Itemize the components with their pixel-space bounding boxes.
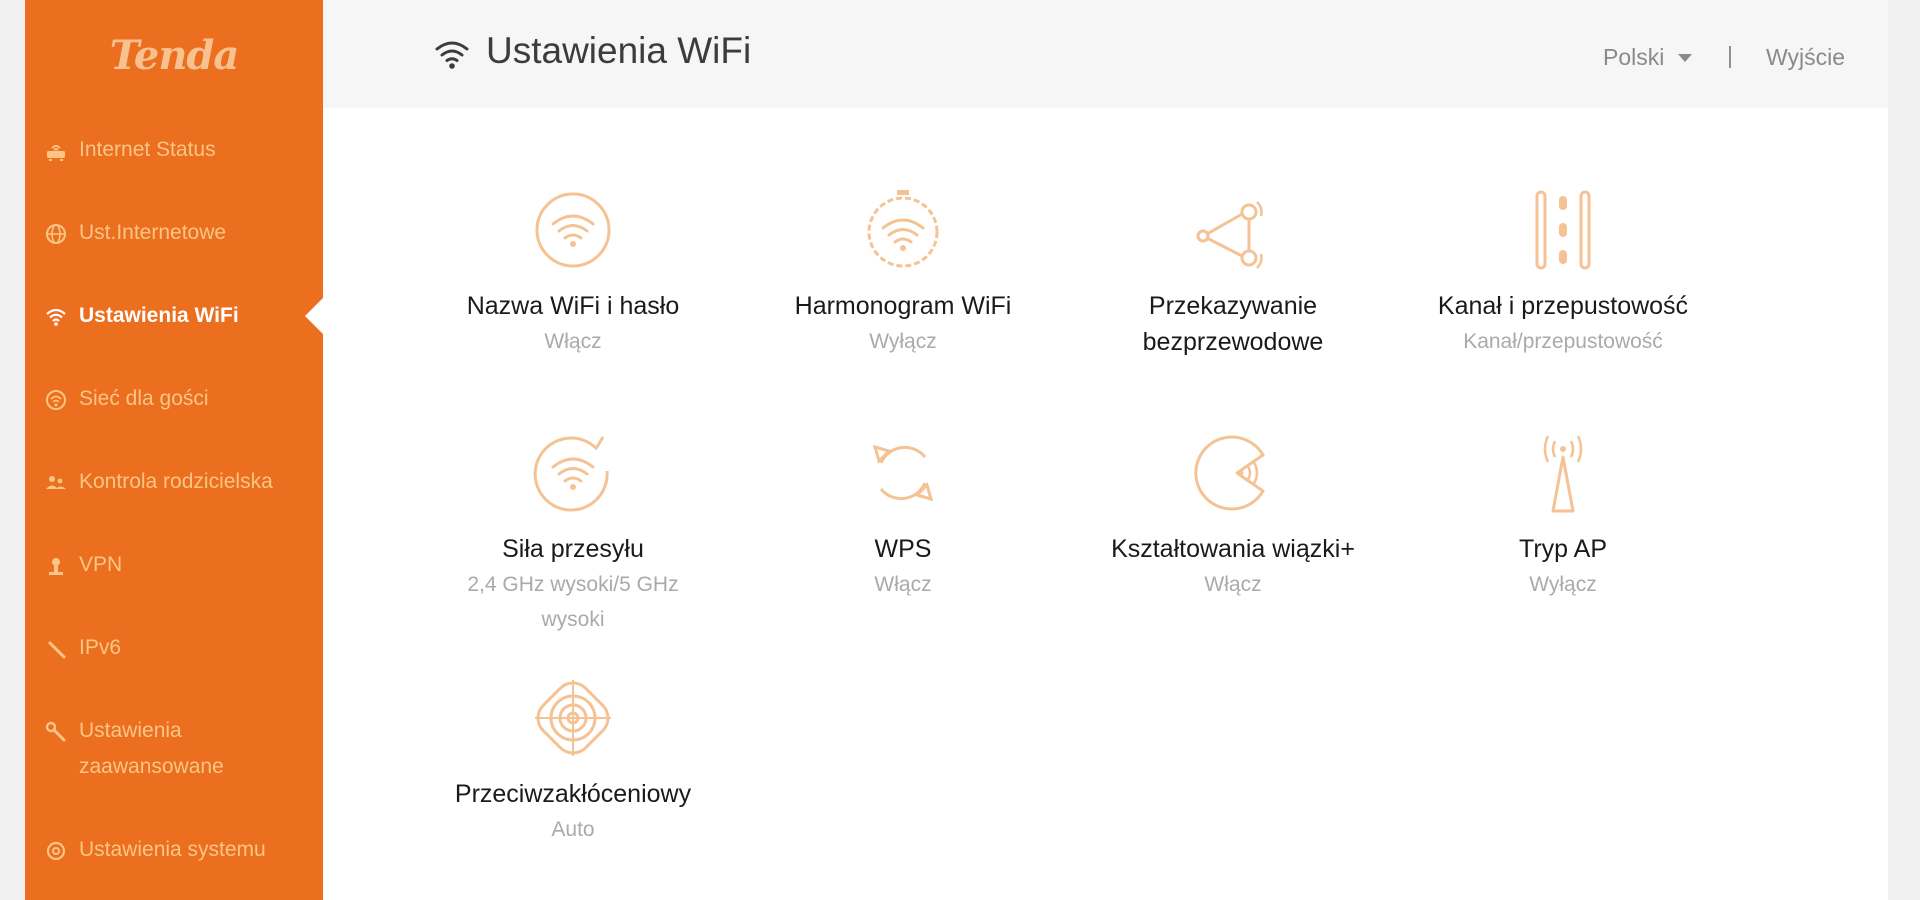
tile-wps[interactable]: WPS Włącz [753, 431, 1053, 602]
wireless-repeat-icon [1196, 201, 1263, 269]
tile-title: Nazwa WiFi i hasło [466, 292, 680, 320]
tile-status: Włącz [874, 573, 932, 596]
sidebar-item-advanced-settings[interactable]: Ustawienia zaawansowane [25, 719, 323, 785]
tile-transmit-power[interactable]: Siła przesyłu 2,4 GHz wysoki/5 GHz wysok… [423, 431, 723, 637]
router-icon [45, 140, 67, 162]
sidebar-item-label: VPN [79, 553, 123, 576]
sidebar-item-internet-status[interactable]: Internet Status [25, 138, 323, 168]
tile-status: Wyłącz [869, 330, 937, 353]
wifi-icon [45, 306, 67, 328]
wifi-icon [435, 41, 469, 69]
tile-status: Kanał/przepustowość [1463, 330, 1663, 353]
channel-bandwidth-icon [1535, 190, 1591, 270]
language-selector[interactable]: Polski [1603, 44, 1693, 71]
sidebar-item-system-settings[interactable]: Ustawienia systemu [25, 838, 323, 868]
ipv6-icon [45, 638, 67, 660]
sidebar-item-label: Internet Status [79, 138, 216, 161]
settings-gear-icon [45, 840, 67, 862]
tile-title: Kanał i przepustowość [1437, 292, 1689, 320]
beamforming-icon [1194, 435, 1265, 511]
chevron-down-icon [1678, 53, 1693, 62]
wifi-timer-icon [867, 190, 939, 268]
sidebar-item-label: Ustawienia zaawansowane [79, 719, 224, 778]
wifi-circle-icon [535, 192, 611, 268]
tile-title: Kształtowania wiązki+ [1111, 535, 1355, 563]
sidebar-item-label: Ustawienia systemu [79, 838, 266, 861]
wrench-icon [45, 721, 67, 743]
sidebar: Tenda Internet Status Ust.Internetowe Us… [25, 0, 323, 900]
tile-status: Włącz [1204, 573, 1262, 596]
sidebar-item-internet-settings[interactable]: Ust.Internetowe [25, 221, 323, 251]
globe-icon [45, 223, 67, 245]
sidebar-item-label: Ustawienia WiFi [79, 304, 239, 327]
sidebar-item-label: Ust.Internetowe [79, 221, 227, 244]
sidebar-item-label: Sieć dla gości [79, 387, 209, 410]
tile-status: Włącz [544, 330, 602, 353]
tile-title: Harmonogram WiFi [794, 292, 1012, 320]
sidebar-item-parental-control[interactable]: Kontrola rodzicielska [25, 470, 323, 500]
anti-interference-icon [535, 680, 611, 756]
tile-status: 2,4 GHz wysoki/5 GHz wysoki [467, 573, 679, 631]
tile-status: Auto [551, 818, 595, 841]
logout-link[interactable]: Wyjście [1766, 44, 1845, 71]
header-separator: | [1727, 42, 1733, 68]
guest-network-icon [45, 389, 67, 411]
ap-mode-icon [1543, 435, 1583, 513]
tile-channel-bandwidth[interactable]: Kanał i przepustowość Kanał/przepustowoś… [1413, 188, 1713, 359]
sidebar-item-vpn[interactable]: VPN [25, 553, 323, 583]
tile-title: Przekazywanie bezprzewodowe [1142, 292, 1324, 356]
sidebar-item-ipv6[interactable]: IPv6 [25, 636, 323, 666]
sidebar-item-guest-network[interactable]: Sieć dla gości [25, 387, 323, 417]
wps-icon [872, 444, 934, 502]
language-label: Polski [1603, 44, 1665, 70]
tile-status: Wyłącz [1529, 573, 1597, 596]
tile-title: Tryp AP [1519, 535, 1607, 563]
tile-title: Przeciwzakłóceniowy [454, 780, 692, 808]
tile-beamforming[interactable]: Kształtowania wiązki+ Włącz [1083, 431, 1383, 602]
sidebar-item-wifi-settings[interactable]: Ustawienia WiFi [25, 298, 323, 334]
main-content: Nazwa WiFi i hasło Włącz Harmonogram WiF… [323, 108, 1888, 900]
vpn-icon [45, 555, 67, 577]
sidebar-item-label: IPv6 [79, 636, 122, 659]
tenda-logo: Tenda [109, 32, 240, 79]
tile-anti-interference[interactable]: Przeciwzakłóceniowy Auto [423, 676, 723, 847]
tile-title: Siła przesyłu [502, 535, 644, 563]
tile-wifi-name-password[interactable]: Nazwa WiFi i hasło Włącz [423, 188, 723, 359]
tile-ap-mode[interactable]: Tryp AP Wyłącz [1413, 431, 1713, 602]
tile-wifi-schedule[interactable]: Harmonogram WiFi Wyłącz [753, 188, 1053, 359]
sidebar-item-label: Kontrola rodzicielska [79, 470, 273, 493]
active-indicator [305, 298, 323, 334]
tile-title: WPS [874, 535, 932, 563]
page-title: Ustawienia WiFi [486, 30, 752, 71]
tile-wireless-repeating[interactable]: Przekazywanie bezprzewodowe [1083, 188, 1383, 360]
header: Ustawienia WiFi Polski | Wyjście [323, 0, 1888, 108]
transmit-power-icon [533, 436, 609, 512]
parental-control-icon [45, 472, 67, 494]
